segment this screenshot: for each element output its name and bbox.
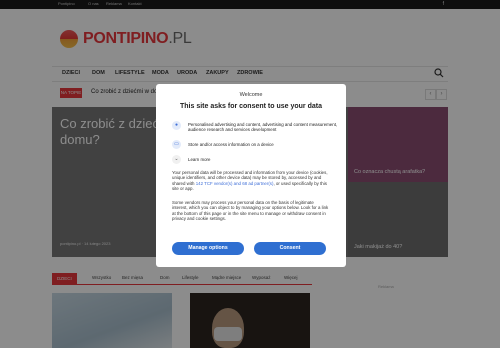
consent-body-text-2: Some vendors may process your personal d… [172,200,329,222]
consent-heading: This site asks for consent to use your d… [180,103,322,110]
consent-vendors-link[interactable]: 142 TCF vendor(s) and 68 ad partner(s) [196,181,274,186]
consent-purpose-device-text: Store and/or access information on a dev… [188,142,274,147]
consent-learn-more-text[interactable]: Learn more [188,157,338,162]
consent-welcome: Welcome [239,92,263,98]
device-icon: ▭ [172,140,181,149]
consent-purpose-ads-text: Personalised advertising and content, ad… [188,122,338,133]
consent-dialog: Welcome This site asks for consent to us… [156,84,346,267]
manage-options-button[interactable]: Manage options [172,242,244,255]
person-icon: ● [172,121,181,130]
chevron-down-icon[interactable]: ⌄ [172,155,181,164]
consent-button[interactable]: Consent [254,242,326,255]
consent-body-text: Your personal data will be processed and… [172,170,330,192]
